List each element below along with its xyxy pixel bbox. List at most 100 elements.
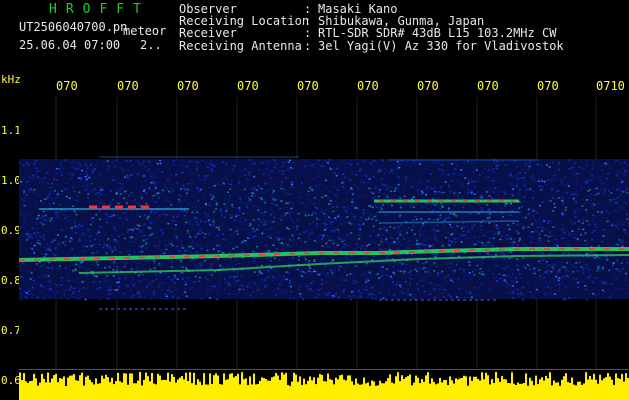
noise-pixel bbox=[538, 201, 541, 204]
noise-pixel bbox=[358, 196, 361, 198]
noise-pixel bbox=[469, 212, 472, 215]
noise-pixel bbox=[68, 197, 71, 199]
noise-pixel bbox=[417, 266, 420, 268]
noise-pixel bbox=[271, 195, 274, 197]
noise-pixel bbox=[257, 275, 260, 277]
noise-pixel bbox=[441, 288, 444, 290]
signal-bar bbox=[209, 373, 211, 400]
noise-pixel bbox=[233, 232, 236, 234]
noise-pixel bbox=[216, 298, 218, 301]
noise-pixel bbox=[446, 232, 449, 234]
signal-bar bbox=[545, 375, 547, 400]
signal-bar bbox=[307, 380, 309, 400]
noise-pixel bbox=[534, 298, 537, 300]
noise-pixel bbox=[347, 176, 350, 179]
noise-pixel bbox=[424, 271, 427, 273]
noise-pixel bbox=[95, 275, 98, 278]
noise-pixel bbox=[605, 284, 608, 286]
noise-pixel bbox=[439, 186, 442, 188]
noise-pixel bbox=[519, 272, 522, 275]
noise-pixel bbox=[496, 205, 499, 207]
noise-pixel bbox=[575, 240, 578, 242]
noise-pixel bbox=[180, 259, 183, 262]
signal-bar bbox=[611, 379, 613, 400]
signal-bar bbox=[491, 379, 493, 400]
noise-pixel bbox=[364, 173, 367, 176]
noise-pixel bbox=[195, 251, 198, 254]
noise-pixel bbox=[412, 296, 415, 298]
noise-pixel bbox=[42, 223, 45, 226]
noise-pixel bbox=[384, 237, 387, 239]
noise-pixel bbox=[280, 290, 283, 292]
noise-pixel bbox=[234, 259, 237, 262]
noise-pixel bbox=[239, 220, 242, 223]
noise-pixel bbox=[233, 276, 236, 278]
noise-pixel bbox=[198, 262, 201, 265]
noise-pixel bbox=[363, 215, 366, 217]
noise-pixel bbox=[365, 175, 368, 177]
noise-pixel bbox=[22, 263, 25, 265]
noise-pixel bbox=[497, 194, 500, 196]
noise-pixel bbox=[253, 271, 256, 273]
noise-pixel bbox=[587, 242, 589, 245]
noise-pixel bbox=[143, 188, 146, 191]
noise-pixel bbox=[401, 263, 404, 265]
noise-pixel bbox=[351, 213, 354, 215]
noise-pixel bbox=[252, 291, 254, 294]
noise-pixel bbox=[462, 230, 465, 232]
noise-pixel bbox=[298, 273, 301, 276]
noise-pixel bbox=[90, 182, 93, 185]
noise-pixel bbox=[42, 286, 45, 288]
noise-pixel bbox=[167, 200, 170, 203]
noise-pixel bbox=[91, 244, 93, 247]
noise-pixel bbox=[409, 282, 411, 285]
noise-pixel bbox=[436, 218, 439, 221]
noise-pixel bbox=[349, 273, 352, 275]
noise-pixel bbox=[396, 186, 399, 188]
noise-pixel bbox=[511, 243, 514, 245]
noise-pixel bbox=[509, 214, 512, 216]
noise-pixel bbox=[142, 239, 145, 242]
signal-bar bbox=[431, 378, 433, 400]
noise-pixel bbox=[625, 188, 628, 191]
noise-pixel bbox=[444, 289, 447, 291]
noise-pixel bbox=[98, 173, 101, 176]
noise-pixel bbox=[364, 195, 367, 198]
noise-pixel bbox=[425, 261, 428, 263]
noise-pixel bbox=[497, 232, 500, 235]
noise-pixel bbox=[557, 270, 560, 273]
noise-pixel bbox=[417, 288, 419, 290]
noise-pixel bbox=[217, 250, 220, 253]
noise-pixel bbox=[554, 178, 557, 181]
signal-bar bbox=[79, 375, 81, 400]
noise-pixel bbox=[269, 297, 272, 299]
noise-pixel bbox=[380, 178, 383, 180]
noise-pixel bbox=[539, 180, 542, 183]
signal-bar bbox=[367, 382, 369, 400]
noise-pixel bbox=[155, 278, 158, 280]
noise-pixel bbox=[620, 179, 623, 181]
noise-pixel bbox=[49, 186, 52, 189]
time-tick: 070 bbox=[56, 79, 78, 93]
noise-pixel bbox=[166, 163, 169, 165]
noise-pixel bbox=[480, 209, 483, 212]
noise-pixel bbox=[618, 177, 621, 179]
noise-pixel bbox=[100, 189, 103, 191]
noise-pixel bbox=[337, 172, 339, 175]
noise-pixel bbox=[328, 203, 331, 205]
noise-pixel bbox=[166, 214, 169, 216]
noise-pixel bbox=[229, 242, 232, 245]
noise-pixel bbox=[393, 167, 396, 170]
noise-pixel bbox=[412, 219, 415, 222]
noise-pixel bbox=[113, 241, 116, 243]
noise-pixel bbox=[262, 219, 265, 221]
noise-pixel bbox=[145, 203, 148, 205]
noise-pixel bbox=[253, 205, 256, 207]
signal-bar bbox=[37, 385, 39, 400]
noise-pixel bbox=[572, 222, 575, 225]
signal-bar bbox=[515, 385, 517, 400]
noise-pixel bbox=[453, 270, 456, 272]
noise-pixel bbox=[192, 247, 194, 250]
noise-pixel bbox=[303, 159, 306, 161]
noise-pixel bbox=[214, 287, 217, 290]
